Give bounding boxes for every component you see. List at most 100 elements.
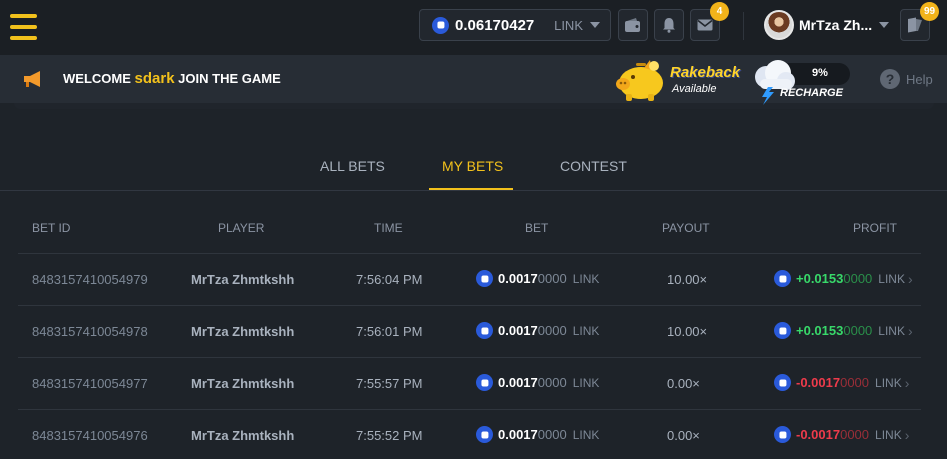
divider — [743, 12, 744, 40]
tab-my-bets[interactable]: MY BETS — [442, 158, 503, 174]
column-player: PLAYER — [218, 221, 265, 235]
player-name[interactable]: MrTza Zhmtkshh — [191, 376, 294, 391]
bet-amount-tail: 0000 — [537, 375, 567, 390]
column-time: TIME — [374, 221, 403, 235]
table-row[interactable]: 8483157410054976 MrTza Zhmtkshh 7:55:52 PM… — [18, 409, 921, 459]
help-link[interactable]: ? Help — [880, 69, 933, 89]
bell-icon — [663, 18, 675, 33]
table-row[interactable]: 8483157410054978 MrTza Zhmtkshh 7:56:01 PM… — [18, 305, 921, 357]
chevron-down-icon — [590, 22, 600, 28]
bet-time: 7:56:04 PM — [356, 272, 423, 287]
mail-button[interactable]: 4 — [690, 2, 729, 41]
balance-currency: LINK — [554, 17, 583, 33]
bet-amount-tail: 0000 — [537, 427, 567, 442]
column-profit: PROFIT — [853, 221, 897, 235]
recharge-percent: 9% — [812, 67, 828, 79]
piggy-bank-icon — [616, 60, 663, 101]
profit-amount: +0.0153 0000 LINK › — [774, 270, 913, 287]
wallet-button[interactable] — [618, 9, 648, 41]
balance-amount: 0.06170427 — [455, 16, 535, 34]
bet-amount: 0.0017 0000 LINK — [476, 374, 599, 391]
chat-badge: 99 — [920, 2, 939, 21]
profit-currency: LINK — [878, 271, 905, 286]
link-coin-icon — [432, 16, 449, 34]
chevron-right-icon: › — [907, 322, 913, 339]
bet-time: 7:55:57 PM — [356, 376, 423, 391]
bet-amount: 0.0017 0000 LINK — [476, 426, 599, 443]
link-coin-icon — [774, 322, 791, 339]
rakeback-status: Available — [672, 83, 717, 95]
profit-amount-tail: 0000 — [843, 271, 873, 286]
bet-currency: LINK — [572, 271, 600, 286]
tab-contest[interactable]: CONTEST — [560, 158, 627, 174]
link-coin-icon — [774, 426, 791, 443]
recharge-label: RECHARGE — [780, 87, 843, 99]
payout-multiplier: 0.00× — [667, 428, 700, 443]
profit-currency: LINK — [875, 427, 902, 442]
bet-id: 8483157410054977 — [32, 376, 148, 391]
player-name[interactable]: MrTza Zhmtkshh — [191, 272, 294, 287]
tab-all-bets[interactable]: ALL BETS — [320, 158, 385, 174]
chevron-right-icon: › — [904, 426, 910, 443]
recharge-button[interactable]: 9% RECHARGE — [750, 57, 852, 105]
profit-amount-main: -0.0017 — [796, 427, 841, 442]
table-row[interactable]: 8483157410054979 MrTza Zhmtkshh 7:56:04 PM… — [18, 253, 921, 305]
chevron-right-icon: › — [904, 374, 910, 391]
table-header: BET ID PLAYER TIME BET PAYOUT PROFIT — [0, 191, 947, 253]
bet-id: 8483157410054978 — [32, 324, 148, 339]
profit-amount-tail: 0000 — [843, 323, 873, 338]
help-label: Help — [906, 71, 933, 87]
rakeback-button[interactable]: Rakeback Available — [614, 57, 741, 103]
bet-amount-main: 0.0017 — [498, 271, 538, 286]
profit-amount: -0.0017 0000 LINK › — [774, 426, 909, 443]
mail-badge: 4 — [710, 2, 729, 21]
link-coin-icon — [476, 322, 493, 339]
user-menu[interactable]: MrTza Zh... — [764, 9, 894, 41]
user-name: MrTza Zh... — [799, 17, 873, 33]
rakeback-title: Rakeback — [670, 64, 741, 81]
megaphone-icon — [24, 71, 40, 87]
mail-icon — [697, 19, 713, 31]
player-name[interactable]: MrTza Zhmtkshh — [191, 324, 294, 339]
bets-tabs: ALL BETS MY BETS CONTEST — [0, 140, 947, 191]
welcome-suffix: JOIN THE GAME — [178, 71, 281, 86]
bet-id: 8483157410054976 — [32, 428, 148, 443]
avatar — [764, 10, 794, 40]
chevron-right-icon: › — [907, 270, 913, 287]
menu-icon[interactable] — [10, 14, 37, 40]
wallet-icon — [625, 18, 640, 32]
link-coin-icon — [774, 374, 791, 391]
profit-amount: -0.0017 0000 LINK › — [774, 374, 909, 391]
table-row[interactable]: 8483157410054977 MrTza Zhmtkshh 7:55:57 PM… — [18, 357, 921, 409]
bet-amount-main: 0.0017 — [498, 427, 538, 442]
payout-multiplier: 0.00× — [667, 376, 700, 391]
payout-multiplier: 10.00× — [667, 324, 708, 339]
column-bet-id: BET ID — [32, 221, 71, 235]
link-coin-icon — [476, 426, 493, 443]
active-tab-indicator — [429, 188, 513, 190]
payout-multiplier: 10.00× — [667, 272, 708, 287]
balance-selector[interactable]: 0.06170427 LINK — [419, 9, 611, 41]
bet-currency: LINK — [572, 427, 600, 442]
column-payout: PAYOUT — [662, 221, 710, 235]
chevron-down-icon — [879, 22, 889, 28]
link-coin-icon — [476, 270, 493, 287]
profit-amount: +0.0153 0000 LINK › — [774, 322, 913, 339]
bet-amount-main: 0.0017 — [498, 375, 538, 390]
profit-amount-main: +0.0153 — [796, 271, 844, 286]
chat-button[interactable]: 99 — [900, 2, 939, 41]
top-bar: 0.06170427 LINK 4 MrTza Zh... 99 — [0, 0, 947, 55]
bet-amount-main: 0.0017 — [498, 323, 538, 338]
welcome-prefix: WELCOME — [63, 71, 131, 86]
column-bet: BET — [525, 221, 549, 235]
welcome-message: WELCOME sdark JOIN THE GAME — [63, 70, 281, 87]
bet-time: 7:56:01 PM — [356, 324, 423, 339]
bet-id: 8483157410054979 — [32, 272, 148, 287]
link-coin-icon — [476, 374, 493, 391]
chat-icon — [908, 17, 922, 33]
profit-amount-main: +0.0153 — [796, 323, 844, 338]
notifications-button[interactable] — [654, 9, 684, 41]
profit-amount-tail: 0000 — [840, 375, 870, 390]
question-icon: ? — [880, 69, 900, 89]
player-name[interactable]: MrTza Zhmtkshh — [191, 428, 294, 443]
